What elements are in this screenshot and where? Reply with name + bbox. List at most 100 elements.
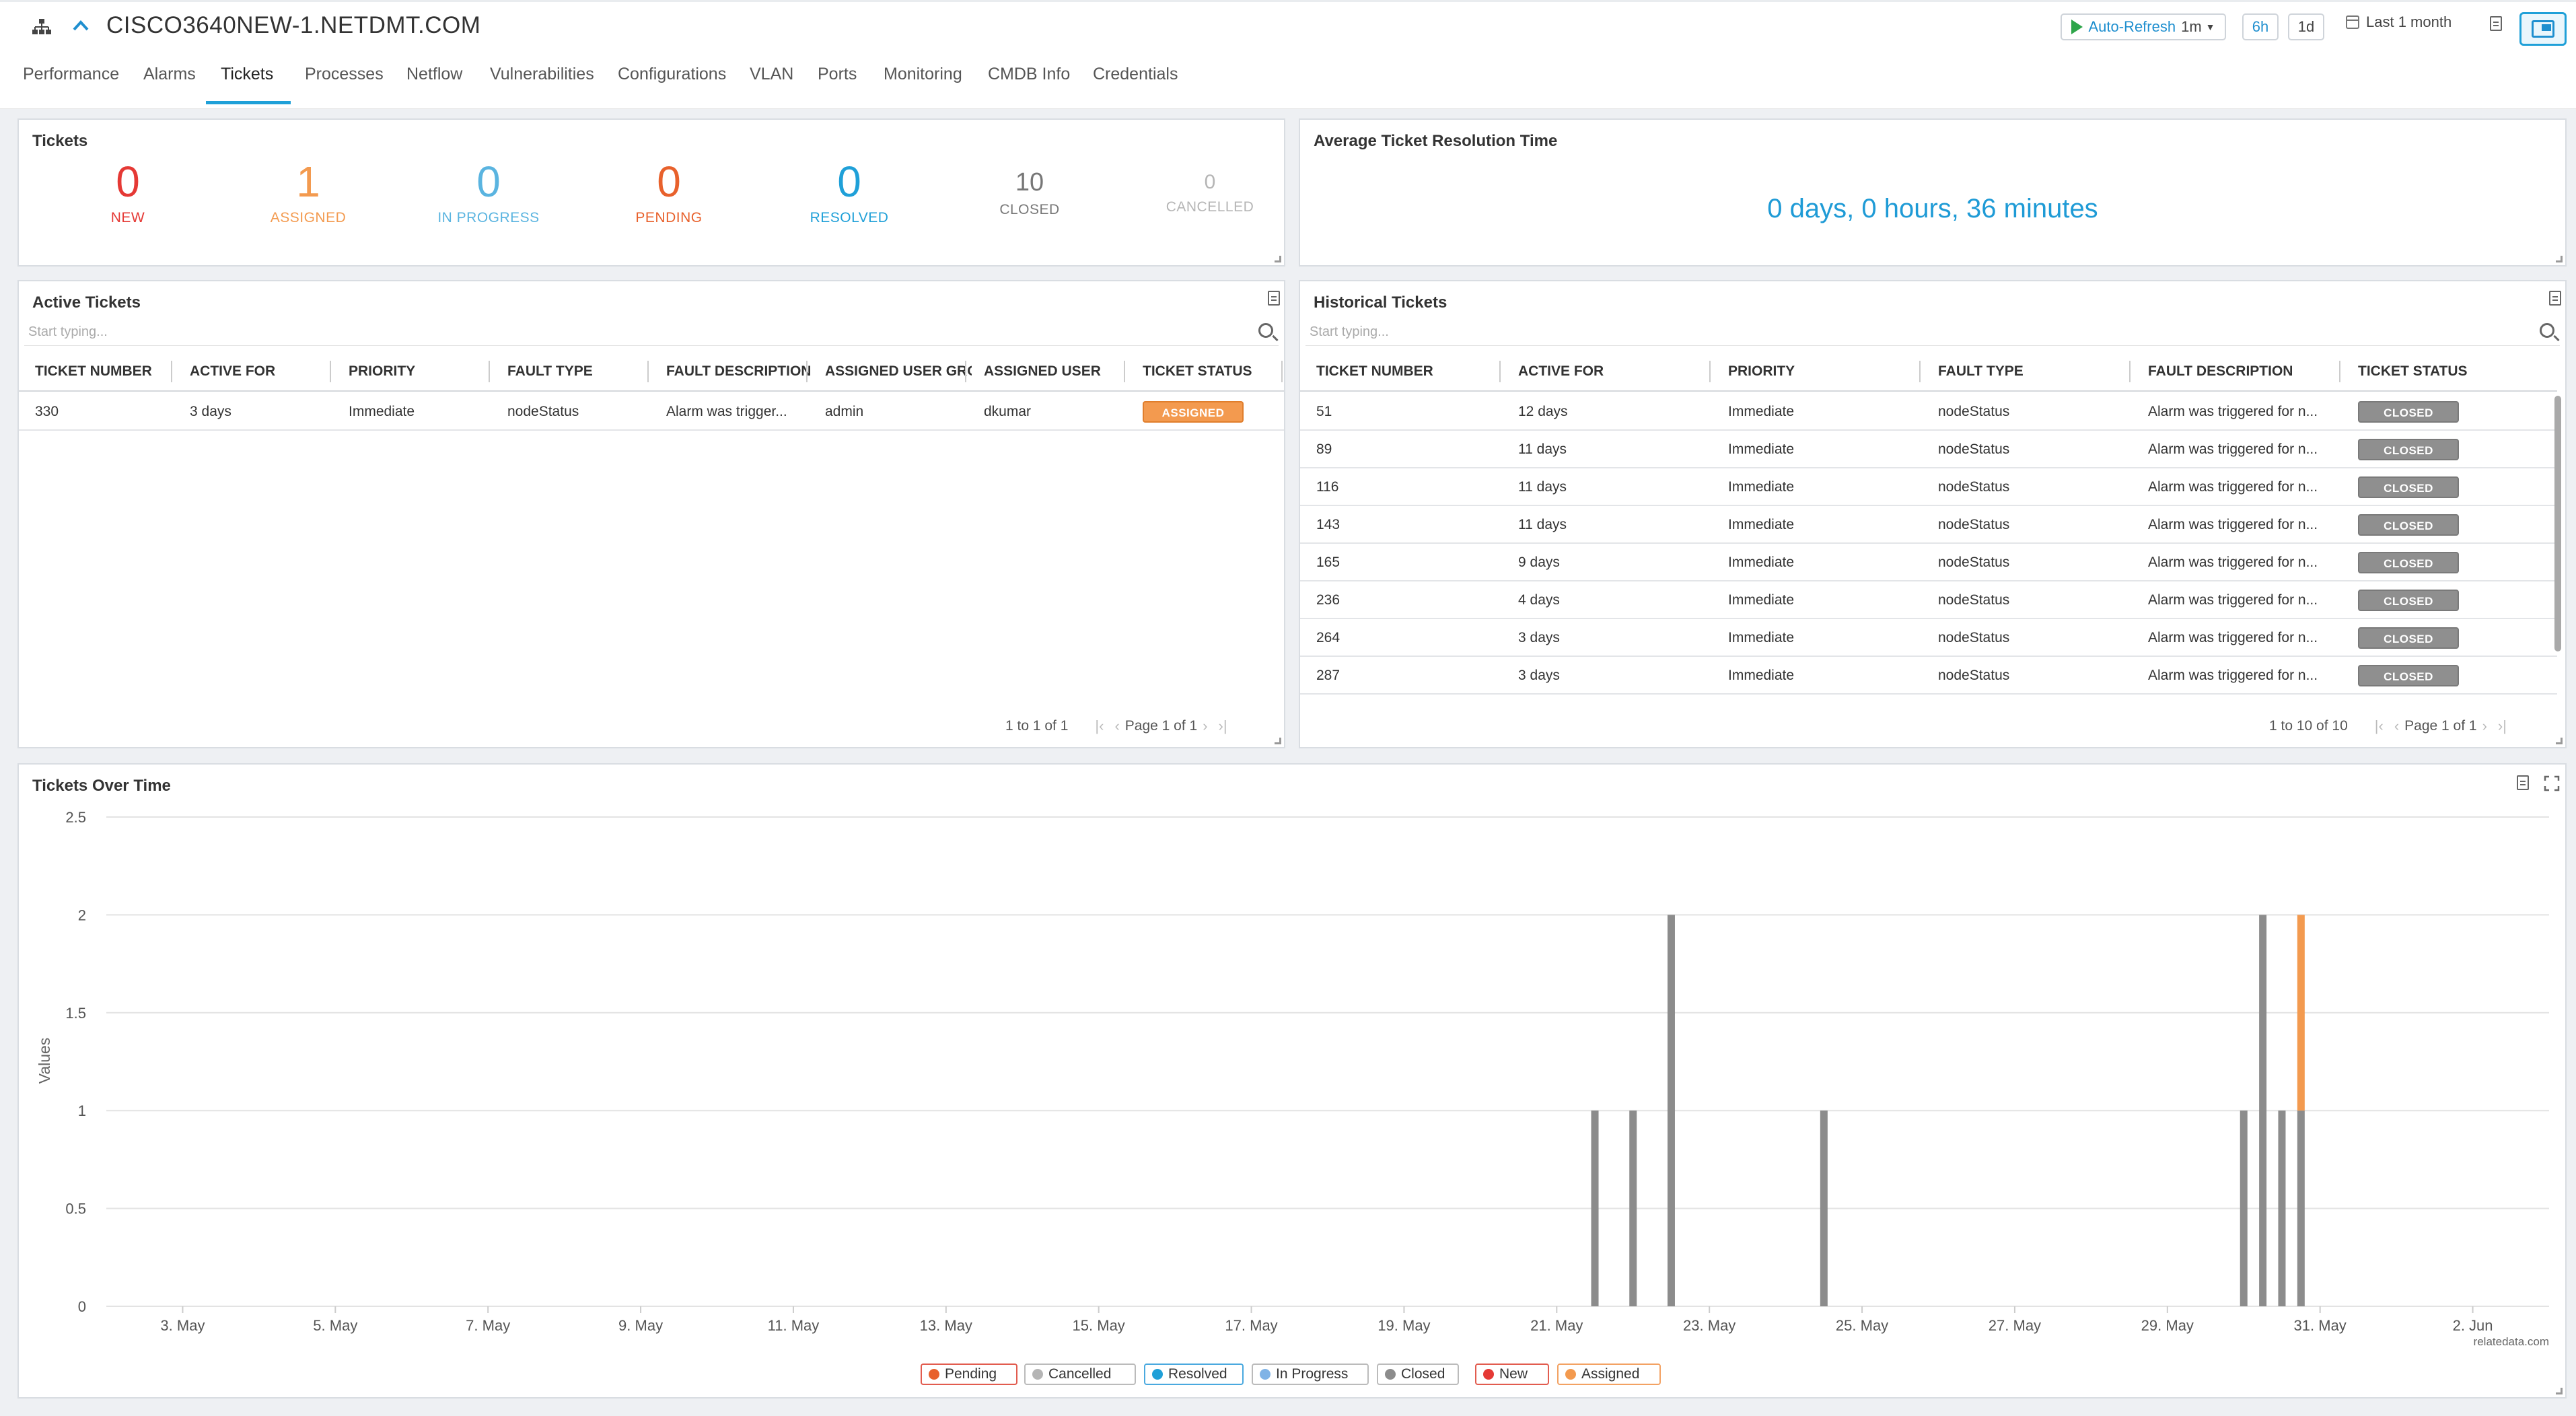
tab-performance[interactable]: Performance [23, 65, 119, 84]
stat-label: CLOSED [999, 202, 1060, 217]
chevron-up-icon[interactable] [70, 15, 92, 36]
cell-active-for: 12 days [1518, 404, 1568, 419]
legend-item-new[interactable]: New [1475, 1364, 1549, 1385]
column-separator[interactable] [489, 361, 490, 382]
tab-vulnerabilities[interactable]: Vulnerabilities [490, 65, 594, 84]
tab-vlan[interactable]: VLAN [750, 65, 793, 84]
last-page-icon[interactable]: ›| [2498, 717, 2507, 735]
stat-cancelled[interactable]: 0 CANCELLED [1143, 160, 1277, 215]
play-icon [2071, 20, 2083, 34]
table-row[interactable]: 51 12 days Immediate nodeStatus Alarm was tr… [1300, 393, 2557, 431]
resize-handle[interactable] [2556, 1388, 2563, 1394]
legend-item-closed[interactable]: Closed [1377, 1364, 1459, 1385]
column-header[interactable]: PRIORITY [349, 351, 495, 392]
tab-monitoring[interactable]: Monitoring [884, 65, 962, 84]
tab-credentials[interactable]: Credentials [1093, 65, 1178, 84]
table-row[interactable]: 264 3 days Immediate nodeStatus Alarm was tr… [1300, 619, 2557, 657]
cell-number: 287 [1316, 668, 1340, 683]
stat-resolved[interactable]: 0 RESOLVED [782, 160, 917, 226]
column-separator[interactable] [965, 361, 966, 382]
cell-priority: Immediate [1728, 404, 1795, 419]
cell-number: 89 [1316, 441, 1332, 457]
table-row[interactable]: 89 11 days Immediate nodeStatus Alarm was tr… [1300, 431, 2557, 468]
legend-label: Pending [945, 1366, 997, 1382]
stat-assigned[interactable]: 1 ASSIGNED [241, 160, 375, 226]
range-1d-button[interactable]: 1d [2288, 13, 2324, 40]
first-page-icon[interactable]: |‹ [2375, 717, 2384, 735]
column-separator[interactable] [647, 361, 649, 382]
tab-alarms[interactable]: Alarms [143, 65, 196, 84]
cell-fault-description: Alarm was triggered for n... [2148, 630, 2318, 645]
search-icon[interactable] [1258, 323, 1273, 338]
cell-fault-type: nodeStatus [1938, 517, 2010, 532]
table-row[interactable]: 116 11 days Immediate nodeStatus Alarm was t… [1300, 468, 2557, 506]
search-input[interactable]: Start typing... [24, 319, 1279, 346]
column-separator[interactable] [171, 361, 172, 382]
resolution-time-panel: Average Ticket Resolution Time 0 days, 0… [1299, 118, 2567, 267]
tab-tickets[interactable]: Tickets [221, 65, 273, 84]
tab-cmdb-info[interactable]: CMDB Info [988, 65, 1070, 84]
stat-pending[interactable]: 0 PENDING [602, 160, 736, 226]
panel-title: Average Ticket Resolution Time [1314, 132, 1558, 150]
status-badge: CLOSED [2358, 552, 2459, 573]
range-6h-button[interactable]: 6h [2242, 13, 2279, 40]
stat-value: 0 [1204, 171, 1216, 193]
tab-netflow[interactable]: Netflow [406, 65, 462, 84]
document-icon [2490, 16, 2502, 31]
export-button[interactable] [2517, 775, 2529, 790]
stat-new[interactable]: 0 NEW [61, 160, 195, 226]
table-row[interactable]: 287 3 days Immediate nodeStatus Alarm was tr… [1300, 657, 2557, 695]
tab-processes[interactable]: Processes [305, 65, 384, 84]
save-layout-button[interactable] [2519, 12, 2567, 46]
column-header[interactable]: FAULT TYPE [507, 351, 654, 392]
stat-value: 0 [116, 157, 140, 206]
column-header[interactable]: TICKET NUMBER [35, 351, 178, 392]
first-page-icon[interactable]: |‹ [1095, 717, 1104, 735]
column-header[interactable]: ASSIGNED USER GRO [825, 351, 972, 392]
table-row[interactable]: 330 3 days Immediate nodeStatus Alarm was tr… [19, 393, 1284, 431]
status-badge: CLOSED [2358, 665, 2459, 686]
stat-label: IN PROGRESS [437, 210, 540, 225]
column-header[interactable]: ACTIVE FOR [190, 351, 336, 392]
column-separator[interactable] [330, 361, 331, 382]
prev-page-icon[interactable]: ‹ [1114, 717, 1119, 735]
resize-handle[interactable] [2556, 738, 2563, 744]
time-range-picker[interactable]: Last 1 month [2346, 13, 2452, 31]
tab-ports[interactable]: Ports [818, 65, 857, 84]
last-page-icon[interactable]: ›| [1219, 717, 1227, 735]
topology-icon[interactable] [31, 17, 52, 36]
legend-swatch [1152, 1369, 1163, 1380]
status-badge: CLOSED [2358, 439, 2459, 460]
stat-in-progress[interactable]: 0 IN PROGRESS [421, 160, 556, 226]
stat-closed[interactable]: 10 CLOSED [962, 160, 1097, 218]
column-separator[interactable] [1281, 361, 1283, 382]
tab-configurations[interactable]: Configurations [618, 65, 726, 84]
next-page-icon[interactable]: › [2482, 717, 2487, 735]
table-row[interactable]: 236 4 days Immediate nodeStatus Alarm was tr… [1300, 581, 2557, 619]
legend-item-resolved[interactable]: Resolved [1144, 1364, 1244, 1385]
cell-number: 264 [1316, 630, 1340, 645]
table-row[interactable]: 165 9 days Immediate nodeStatus Alarm was tr… [1300, 544, 2557, 581]
export-pdf-button[interactable] [2490, 16, 2502, 31]
column-header[interactable]: ASSIGNED USER [984, 351, 1131, 392]
legend-item-in-progress[interactable]: In Progress [1252, 1364, 1369, 1385]
export-button[interactable] [1268, 291, 1280, 306]
legend-item-assigned[interactable]: Assigned [1557, 1364, 1661, 1385]
resize-handle[interactable] [2556, 256, 2563, 262]
auto-refresh-button[interactable]: Auto-Refresh 1m ▼ [2061, 13, 2226, 40]
column-separator[interactable] [1124, 361, 1125, 382]
vertical-scrollbar[interactable] [2554, 396, 2561, 651]
resize-handle[interactable] [1275, 256, 1281, 262]
legend-item-pending[interactable]: Pending [921, 1364, 1017, 1385]
column-header[interactable]: TICKET STATUS [1143, 351, 1279, 392]
stat-value: 10 [1015, 168, 1044, 197]
column-header[interactable]: FAULT DESCRIPTION [666, 351, 813, 392]
fullscreen-icon[interactable] [2544, 775, 2560, 791]
column-separator[interactable] [806, 361, 808, 382]
next-page-icon[interactable]: › [1203, 717, 1207, 735]
resize-handle[interactable] [1275, 738, 1281, 744]
table-row[interactable]: 143 11 days Immediate nodeStatus Alarm was t… [1300, 506, 2557, 544]
legend-item-cancelled[interactable]: Cancelled [1024, 1364, 1136, 1385]
prev-page-icon[interactable]: ‹ [2394, 717, 2399, 735]
legend-label: New [1499, 1366, 1528, 1382]
